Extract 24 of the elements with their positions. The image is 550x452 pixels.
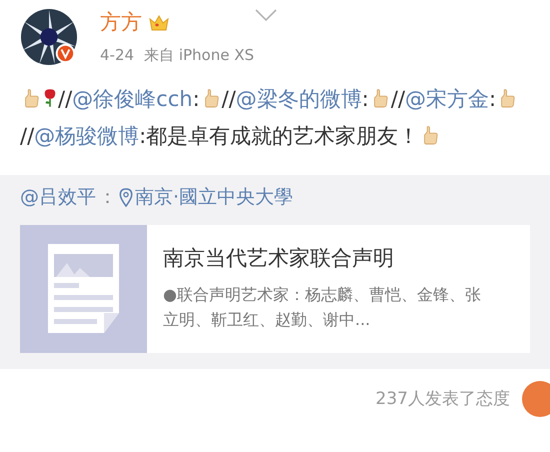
mention-link[interactable]: @徐俊峰cch [72, 86, 193, 110]
document-icon [20, 224, 147, 352]
location-link[interactable]: 南京·國立中央大學 [119, 183, 294, 212]
thumbs-up-icon [22, 88, 40, 108]
location-pin-icon [119, 188, 133, 207]
author-name[interactable]: 方方 [100, 7, 142, 39]
post-text: //@徐俊峰cch: //@梁冬的微博: //@宋方金: //@杨骏微博:都是卓有成就的艺术家朋友！ [0, 66, 550, 174]
card-title: 南京当代艺术家联合声明 [163, 244, 395, 272]
crown-icon [148, 13, 170, 33]
liker-avatar[interactable] [522, 380, 550, 416]
post-time: 4-24 [100, 45, 134, 66]
mention-link[interactable]: @吕效平 [20, 183, 96, 212]
mention-link[interactable]: @梁冬的微博 [236, 86, 362, 110]
link-card[interactable]: 南京当代艺术家联合声明 ●联合声明艺术家：杨志麟、曹恺、金锋、张立明、靳卫红、赵勤、谢中... [20, 224, 530, 352]
mention-link[interactable]: @杨骏微博 [34, 124, 140, 148]
post-source: 来自 iPhone XS [144, 45, 254, 66]
separator: ： [98, 185, 117, 210]
chevron-down-icon[interactable] [254, 8, 278, 22]
rose-icon [43, 88, 57, 108]
thumbs-up-icon [498, 88, 516, 108]
card-summary: ●联合声明艺术家：杨志麟、曹恺、金锋、张立明、靳卫红、赵勤、谢中... [163, 284, 482, 331]
thumbs-up-icon [421, 124, 440, 144]
mention-link[interactable]: @宋方金 [405, 86, 490, 110]
reaction-count[interactable]: 237人发表了态度 [376, 386, 510, 412]
